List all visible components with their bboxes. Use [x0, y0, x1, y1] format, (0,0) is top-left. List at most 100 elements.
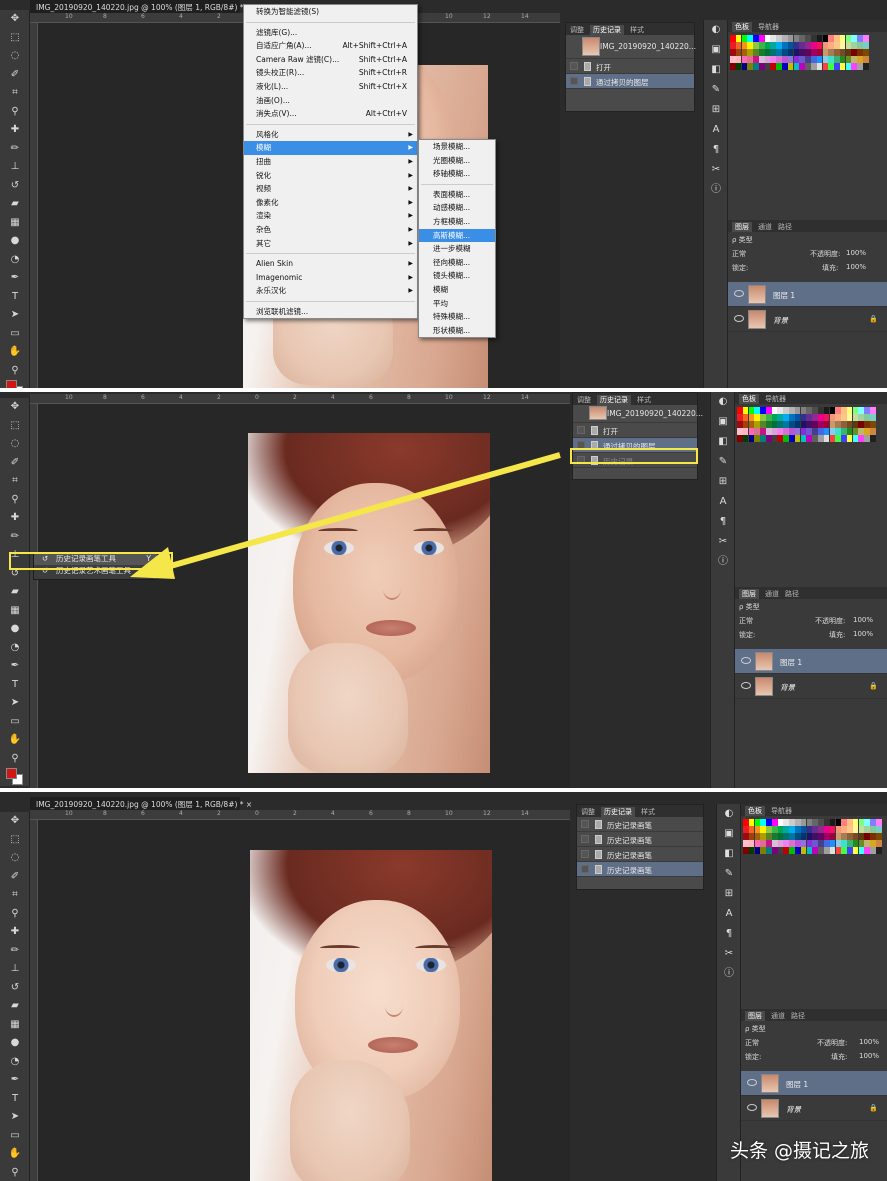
menu-item[interactable]: 杂色 ▶ [244, 223, 417, 237]
adjust-icon[interactable]: ◐ [711, 392, 735, 412]
type-icon[interactable]: T [0, 288, 30, 307]
history-state[interactable]: 历史记录画笔 [577, 847, 703, 862]
color-swatch[interactable] [829, 832, 836, 840]
eraser-icon[interactable]: ▰ [0, 195, 30, 214]
color-swatch[interactable] [737, 407, 743, 414]
color-swatch[interactable] [794, 434, 801, 442]
color-swatch[interactable] [748, 420, 755, 428]
hand-icon[interactable]: ✋ [0, 343, 30, 362]
color-swatch[interactable] [870, 832, 876, 840]
color-swatch[interactable] [730, 48, 736, 56]
color-swatch[interactable] [828, 62, 834, 70]
submenu-item[interactable]: 径向模糊... [419, 256, 495, 270]
character-icon[interactable]: A [711, 492, 735, 512]
color-swatch[interactable] [823, 832, 830, 840]
crop-icon[interactable]: ⌗ [0, 472, 30, 491]
tab-styles[interactable]: 样式 [630, 26, 644, 34]
color-swatch[interactable] [805, 48, 811, 56]
brush-icon[interactable]: ✏ [0, 140, 30, 159]
visibility-eye-icon[interactable] [734, 290, 744, 297]
color-swatch[interactable] [735, 35, 742, 42]
color-swatch[interactable] [858, 413, 864, 421]
color-swatch[interactable] [817, 427, 824, 435]
color-swatch[interactable] [741, 41, 748, 49]
color-swatch[interactable] [765, 434, 772, 442]
tab-adjust[interactable]: 调整 [577, 396, 591, 404]
color-swatch[interactable] [864, 825, 870, 833]
color-swatch[interactable] [760, 407, 766, 414]
color-swatch[interactable] [806, 825, 813, 833]
lasso-icon[interactable]: ◌ [0, 849, 30, 868]
color-swatch[interactable] [822, 62, 829, 70]
gradient-icon[interactable]: ▦ [0, 602, 30, 621]
color-swatch[interactable] [839, 55, 846, 63]
color-swatch[interactable] [812, 819, 818, 826]
zoom-icon[interactable]: ⚲ [0, 362, 30, 381]
color-swatch[interactable] [806, 839, 813, 847]
color-swatch[interactable] [828, 55, 834, 63]
color-swatch[interactable] [864, 434, 870, 442]
color-swatch[interactable] [748, 427, 755, 435]
layer-row[interactable]: 图层 1 [728, 282, 887, 307]
color-swatch[interactable] [864, 407, 870, 414]
blend-opacity-row[interactable]: 正常 不透明度: 100% [735, 613, 887, 627]
color-swatch[interactable] [782, 62, 788, 70]
color-swatch[interactable] [782, 41, 788, 49]
submenu-item[interactable]: 模糊 [419, 283, 495, 297]
history-state[interactable]: 打开 [573, 423, 697, 438]
color-swatch[interactable] [805, 55, 811, 63]
submenu-item[interactable]: 动感模糊... [419, 201, 495, 215]
color-swatch[interactable] [735, 62, 742, 70]
filter-menu[interactable]: 转换为智能滤镜(S) 滤镜库(G)... 自适应广角(A)... Alt+Shift+… [243, 4, 418, 320]
color-swatch[interactable] [789, 832, 795, 840]
color-swatch[interactable] [741, 48, 748, 56]
blend-opacity-row[interactable]: 正常 不透明度: 100% [728, 246, 887, 260]
menu-item[interactable]: 风格化 ▶ [244, 128, 417, 142]
color-swatch[interactable] [777, 832, 784, 840]
history-brush-icon[interactable]: ↺ [0, 177, 30, 196]
eyedropper-icon[interactable]: ⚲ [0, 103, 30, 122]
color-swatch[interactable] [730, 35, 736, 42]
color-swatch[interactable] [858, 839, 865, 847]
color-swatch[interactable] [806, 413, 812, 421]
lasso-icon[interactable]: ◌ [0, 47, 30, 66]
tab-styles[interactable]: 样式 [641, 808, 655, 816]
color-swatch[interactable] [812, 839, 818, 847]
tab-adjust[interactable]: 调整 [570, 26, 584, 34]
color-swatch[interactable] [834, 62, 840, 70]
color-swatch[interactable] [812, 420, 818, 428]
history-snapshot[interactable]: IMG_20190920_140220... [573, 405, 703, 423]
color-swatch[interactable] [783, 846, 790, 854]
character-icon[interactable]: A [704, 120, 728, 140]
color-swatch[interactable] [789, 434, 795, 442]
color-swatch[interactable] [800, 434, 807, 442]
color-swatch[interactable] [777, 427, 784, 435]
color-swatch[interactable] [754, 846, 761, 854]
history-state[interactable]: 历史记录画笔 [577, 862, 703, 877]
color-swatch[interactable] [754, 825, 761, 833]
color-swatch[interactable] [799, 48, 805, 56]
color-swatch[interactable] [771, 846, 778, 854]
adjust-icon[interactable]: ◐ [717, 804, 741, 824]
color-swatch[interactable] [864, 839, 870, 847]
color-swatch[interactable] [835, 846, 842, 854]
color-swatch[interactable] [852, 819, 859, 826]
paragraph-icon[interactable]: ¶ [717, 924, 741, 944]
color-swatch[interactable] [816, 55, 823, 63]
tab-history[interactable]: 历史记录 [590, 25, 624, 35]
color-swatch[interactable] [834, 55, 840, 63]
menu-item[interactable]: 滤镜库(G)... [244, 26, 417, 40]
color-swatch[interactable] [870, 825, 876, 833]
color-swatch[interactable] [799, 55, 805, 63]
color-swatch[interactable] [789, 839, 795, 847]
color-swatch[interactable] [864, 819, 870, 826]
color-swatch[interactable] [760, 413, 766, 421]
color-swatch[interactable] [829, 434, 836, 442]
tab-styles[interactable]: 样式 [637, 396, 651, 404]
color-swatch[interactable] [748, 825, 755, 833]
color-swatch[interactable] [760, 427, 766, 435]
eraser-icon[interactable]: ▰ [0, 583, 30, 602]
color-swatch[interactable] [818, 839, 824, 847]
submenu-item[interactable]: 光圈模糊... [419, 154, 495, 168]
color-swatch[interactable] [735, 55, 742, 63]
